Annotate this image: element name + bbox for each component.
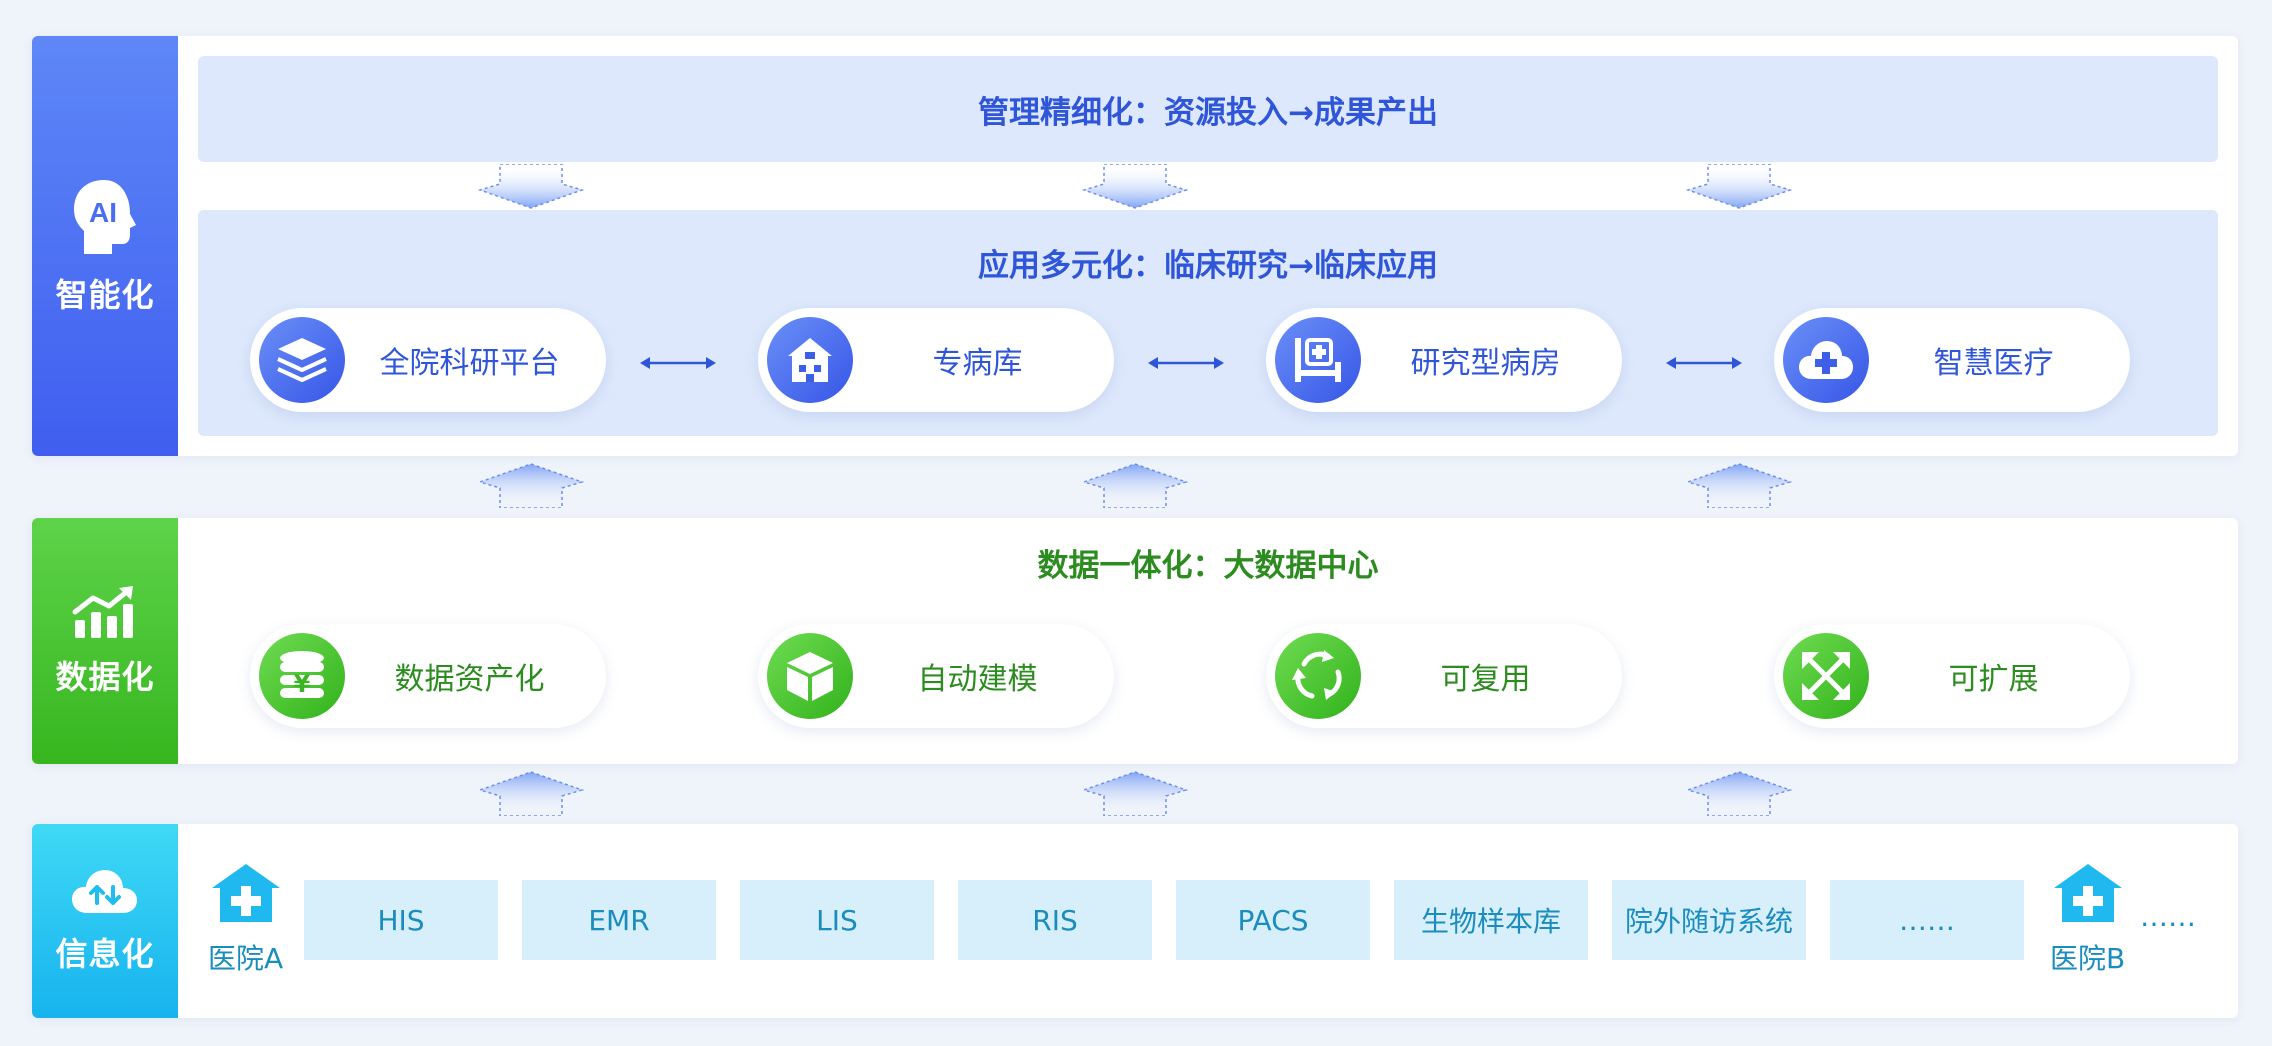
data-layer-sidebar: 数据化 <box>32 518 178 764</box>
system-his: HIS <box>304 880 498 960</box>
data-item-label: 自动建模 <box>917 662 1038 697</box>
data-item-label: 数据资产化 <box>394 662 545 697</box>
expand-icon <box>1783 633 1869 719</box>
management-banner-text: 管理精细化：资源投入→成果产出 <box>978 94 1438 131</box>
ai-item-research-ward: 研究型病房 <box>1266 308 1622 412</box>
system-pacs: PACS <box>1176 880 1370 960</box>
ai-layer-label: 智能化 <box>55 276 155 314</box>
data-item-auto-modeling: 自动建模 <box>758 624 1114 728</box>
info-layer-sidebar: 信息化 <box>32 824 178 1018</box>
ai-item-label: 全院科研平台 <box>379 346 560 381</box>
layers-icon <box>259 317 345 403</box>
svg-text:¥: ¥ <box>294 670 311 698</box>
flow-up-arrow-icon <box>478 463 584 508</box>
data-item-assetization: ¥ 数据资产化 <box>250 624 606 728</box>
hospital-b: 医院B <box>2050 862 2125 977</box>
flow-down-arrow-icon <box>478 164 584 209</box>
data-item-reusable: 可复用 <box>1266 624 1622 728</box>
ai-head-icon: AI <box>70 176 140 262</box>
system-more: …… <box>1830 880 2024 960</box>
flow-up-arrow-icon <box>1082 463 1188 508</box>
ai-item-disease-database: 专病库 <box>758 308 1114 412</box>
flow-up-arrow-icon <box>478 771 584 816</box>
svg-text:AI: AI <box>89 197 117 228</box>
management-banner: 管理精细化：资源投入→成果产出 <box>198 56 2218 162</box>
building-icon <box>767 317 853 403</box>
system-biobank: 生物样本库 <box>1394 880 1588 960</box>
cloud-sync-icon <box>69 867 141 921</box>
hospital-bed-icon <box>1275 317 1361 403</box>
cube-icon <box>767 633 853 719</box>
ai-item-label: 研究型病房 <box>1410 346 1561 381</box>
ai-item-label: 智慧医疗 <box>1933 346 2054 381</box>
coin-database-icon: ¥ <box>259 633 345 719</box>
flow-up-arrow-icon <box>1686 463 1792 508</box>
ai-item-label: 专病库 <box>932 346 1023 381</box>
flow-down-arrow-icon <box>1082 164 1188 209</box>
application-banner-text: 应用多元化：临床研究→临床应用 <box>978 248 1438 284</box>
double-arrow-icon <box>1666 357 1742 369</box>
system-emr: EMR <box>522 880 716 960</box>
data-item-label: 可复用 <box>1440 662 1531 697</box>
data-layer-label: 数据化 <box>55 658 155 696</box>
data-item-label: 可扩展 <box>1948 662 2039 697</box>
recycle-icon <box>1275 633 1361 719</box>
more-hospitals-ellipsis: …… <box>2140 900 2196 933</box>
system-lis: LIS <box>740 880 934 960</box>
hospital-a: 医院A <box>208 862 283 977</box>
flow-up-arrow-icon <box>1686 771 1792 816</box>
info-layer-label: 信息化 <box>55 935 155 973</box>
data-item-extensible: 可扩展 <box>1774 624 2130 728</box>
flow-down-arrow-icon <box>1686 164 1792 209</box>
ai-item-smart-medical: 智慧医疗 <box>1774 308 2130 412</box>
system-ris: RIS <box>958 880 1152 960</box>
flow-up-arrow-icon <box>1082 771 1188 816</box>
growth-chart-icon <box>71 584 139 644</box>
ai-item-research-platform: 全院科研平台 <box>250 308 606 412</box>
ai-layer-sidebar: AI 智能化 <box>32 36 178 456</box>
hospital-a-label: 医院A <box>208 942 284 975</box>
double-arrow-icon <box>640 357 716 369</box>
cloud-plus-icon <box>1783 317 1869 403</box>
system-followup: 院外随访系统 <box>1612 880 1806 960</box>
data-layer-title: 数据一体化：大数据中心 <box>1037 548 1379 584</box>
hospital-b-label: 医院B <box>2050 942 2126 975</box>
double-arrow-icon <box>1148 357 1224 369</box>
hospital-icon <box>210 862 282 931</box>
hospital-icon <box>2052 862 2124 931</box>
